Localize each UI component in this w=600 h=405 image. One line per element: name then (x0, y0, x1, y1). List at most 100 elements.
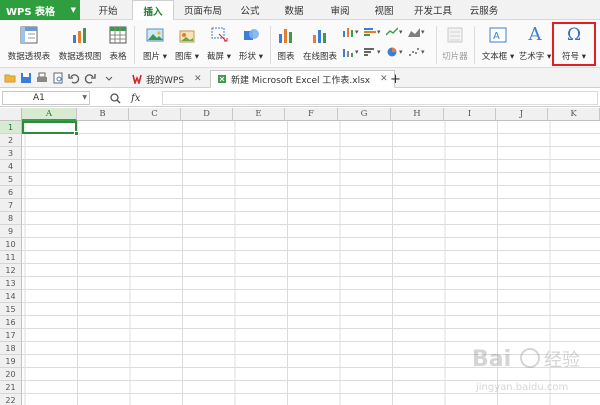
spreadsheet-file-icon (218, 75, 226, 83)
tab-cloud[interactable]: 云服务 (462, 0, 506, 20)
row-header-6[interactable]: 6 (0, 186, 22, 199)
scatter-chart-mini-button[interactable]: ▾ (408, 46, 425, 58)
pivot-chart-button[interactable]: 数据透视图 (56, 22, 104, 62)
gallery-text: 图库 (175, 52, 193, 62)
new-tab-button[interactable]: + (384, 70, 407, 88)
pivot-table-icon (20, 26, 38, 44)
picture-icon (146, 28, 164, 42)
gallery-button[interactable]: 图库 ▾ (172, 22, 202, 62)
area-chart-mini-button[interactable]: ▾ (408, 26, 425, 38)
stacked-chart-mini-button[interactable]: ▾ (342, 46, 359, 58)
close-icon[interactable]: ✕ (194, 74, 202, 84)
row-header-19[interactable]: 19 (0, 355, 22, 368)
name-box[interactable]: A1 ▼ (2, 91, 90, 105)
print-icon[interactable] (36, 72, 48, 84)
wordart-text: 艺术字 (518, 52, 545, 62)
row-header-2[interactable]: 2 (0, 134, 22, 147)
column-header-c[interactable]: C (129, 108, 181, 121)
tab-data[interactable]: 数据 (276, 0, 312, 20)
row-header-17[interactable]: 17 (0, 329, 22, 342)
save-icon[interactable] (20, 72, 32, 84)
row-header-7[interactable]: 7 (0, 199, 22, 212)
row-header-4[interactable]: 4 (0, 160, 22, 173)
row-header-15[interactable]: 15 (0, 303, 22, 316)
pie-chart-mini-button[interactable]: ▾ (386, 46, 403, 58)
fill-handle[interactable] (74, 131, 79, 136)
column-header-j[interactable]: J (496, 108, 548, 121)
open-folder-icon[interactable] (4, 72, 16, 84)
column-header-k[interactable]: K (548, 108, 600, 121)
tab-review[interactable]: 审阅 (322, 0, 358, 20)
tab-page-layout[interactable]: 页面布局 (178, 0, 228, 20)
online-chart-button[interactable]: 在线图表 (300, 22, 340, 62)
column-header-a[interactable]: A (22, 108, 77, 121)
pivot-table-button[interactable]: 数据透视表 (6, 22, 52, 62)
row-header-10[interactable]: 10 (0, 238, 22, 251)
column-header-e[interactable]: E (233, 108, 285, 121)
redo-icon[interactable] (84, 72, 96, 84)
row-header-3[interactable]: 3 (0, 147, 22, 160)
online-chart-label: 在线图表 (302, 52, 337, 62)
table-button[interactable]: 表格 (106, 22, 130, 62)
app-menu-label: WPS 表格 (6, 6, 56, 18)
column-chart-mini-button[interactable]: ▾ (342, 26, 359, 38)
chevron-down-icon: ▼ (82, 94, 87, 101)
fx-icon[interactable]: fx (131, 93, 140, 104)
hbar-chart-mini-button[interactable]: ▾ (364, 46, 381, 58)
row-header-12[interactable]: 12 (0, 264, 22, 277)
undo-icon[interactable] (68, 72, 80, 84)
area-chart-icon (408, 28, 420, 37)
ribbon-separator (436, 26, 437, 64)
customize-dropdown-icon[interactable] (104, 72, 114, 84)
chart-button[interactable]: 图表 (274, 22, 298, 62)
tab-developer[interactable]: 开发工具 (408, 0, 458, 20)
row-header-14[interactable]: 14 (0, 290, 22, 303)
tab-formulas[interactable]: 公式 (232, 0, 268, 20)
picture-button[interactable]: 图片 ▾ (140, 22, 170, 62)
row-header-22[interactable]: 22 (0, 394, 22, 405)
tab-mywps-label: 我的WPS (146, 75, 185, 86)
slicer-button[interactable]: 切片器 (440, 22, 470, 62)
active-cell-a1[interactable] (22, 121, 79, 136)
row-header-1[interactable]: 1 (0, 121, 22, 134)
screenshot-button[interactable]: 截屏 ▾ (204, 22, 234, 62)
row-header-20[interactable]: 20 (0, 368, 22, 381)
select-all-corner[interactable] (0, 108, 22, 121)
hbar-chart-icon (364, 48, 374, 56)
zoom-icon[interactable] (110, 92, 121, 104)
menu-bar: WPS 表格 ▼ 开始 插入 页面布局 公式 数据 审阅 视图 开发工具 云服务 (0, 0, 600, 21)
row-header-9[interactable]: 9 (0, 225, 22, 238)
row-header-8[interactable]: 8 (0, 212, 22, 225)
plus-icon: + (390, 71, 401, 87)
column-header-d[interactable]: D (181, 108, 233, 121)
tab-insert[interactable]: 插入 (132, 0, 174, 21)
tab-workbook[interactable]: 新建 Microsoft Excel 工作表.xlsx ✕ (210, 70, 395, 88)
baidu-watermark-logo: Bai 经验 jingyan.baidu.com (472, 347, 580, 393)
column-header-h[interactable]: H (391, 108, 444, 121)
wordart-button[interactable]: A 艺术字 ▾ (518, 22, 552, 63)
print-preview-icon[interactable] (52, 72, 64, 84)
row-header-21[interactable]: 21 (0, 381, 22, 394)
column-header-b[interactable]: B (77, 108, 129, 121)
column-header-i[interactable]: I (444, 108, 496, 121)
row-header-13[interactable]: 13 (0, 277, 22, 290)
formula-input[interactable] (162, 91, 598, 105)
tab-mywps[interactable]: 我的WPS ✕ (126, 70, 208, 88)
tab-label: 数据 (284, 6, 304, 17)
row-header-5[interactable]: 5 (0, 173, 22, 186)
row-header-18[interactable]: 18 (0, 342, 22, 355)
svg-text:jingyan.baidu.com: jingyan.baidu.com (475, 382, 568, 393)
textbox-button[interactable]: A 文本框 ▾ (480, 22, 516, 62)
column-header-g[interactable]: G (338, 108, 391, 121)
row-header-11[interactable]: 11 (0, 251, 22, 264)
row-header-16[interactable]: 16 (0, 316, 22, 329)
shapes-button[interactable]: 形状 ▾ (236, 22, 266, 62)
line-chart-mini-button[interactable]: ▾ (386, 26, 403, 38)
tab-label: 视图 (374, 6, 394, 17)
app-menu-button[interactable]: WPS 表格 ▼ (0, 0, 80, 20)
bar-chart-mini-button[interactable]: ▾ (364, 26, 381, 38)
screenshot-label: 截屏 ▾ (207, 52, 231, 62)
tab-home[interactable]: 开始 (88, 0, 128, 20)
column-header-f[interactable]: F (285, 108, 338, 121)
tab-view[interactable]: 视图 (366, 0, 402, 20)
